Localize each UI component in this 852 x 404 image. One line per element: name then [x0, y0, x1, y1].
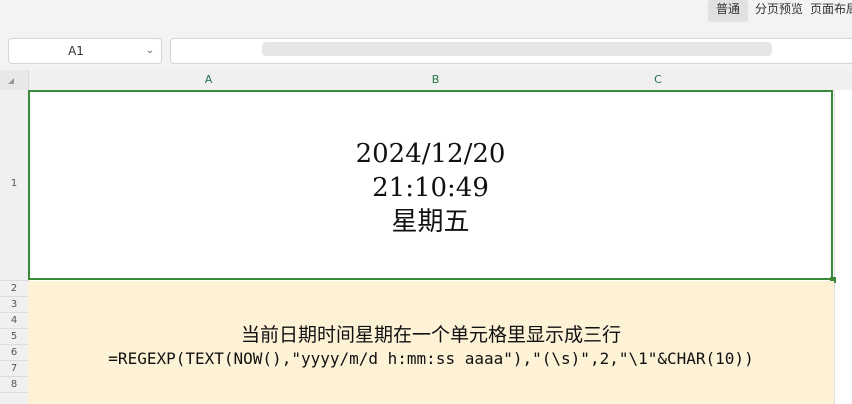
- select-all-corner[interactable]: [0, 70, 29, 90]
- note-title: 当前日期时间星期在一个单元格里显示成三行: [240, 324, 621, 346]
- row-header-1[interactable]: 1: [0, 176, 28, 192]
- view-page-break-button[interactable]: 分页预览: [752, 0, 806, 22]
- cell-a1-date-line: 2024/12/20: [355, 139, 506, 169]
- row-header-4[interactable]: 4: [0, 313, 28, 328]
- name-box-value[interactable]: A1: [9, 39, 143, 63]
- row-header-7[interactable]: 7: [0, 361, 28, 376]
- row-header-5[interactable]: 5: [0, 329, 28, 344]
- view-normal-button[interactable]: 普通: [708, 0, 748, 22]
- chevron-down-icon[interactable]: ⌄: [143, 39, 157, 63]
- grid-right-area[interactable]: [834, 90, 852, 404]
- name-box[interactable]: A1 ⌄: [8, 38, 162, 64]
- column-header-c[interactable]: C: [482, 70, 834, 90]
- select-all-icon: [8, 78, 14, 84]
- note-formula: =REGEXP(TEXT(NOW(),"yyyy/m/d h:mm:ss aaa…: [108, 349, 754, 368]
- column-header-a[interactable]: A: [28, 70, 389, 90]
- row-header-6[interactable]: 6: [0, 345, 28, 360]
- row-divider: [0, 392, 28, 393]
- cell-a1-time-line: 21:10:49: [372, 173, 489, 203]
- column-header-b[interactable]: B: [390, 70, 481, 90]
- formula-content-blurred: [262, 42, 772, 56]
- row-header-3[interactable]: 3: [0, 297, 28, 312]
- view-page-layout-button[interactable]: 页面布局: [810, 0, 852, 22]
- row-header-8[interactable]: 8: [0, 377, 28, 392]
- row-header-2[interactable]: 2: [0, 281, 28, 296]
- cell-a1-weekday-line: 星期五: [391, 207, 470, 237]
